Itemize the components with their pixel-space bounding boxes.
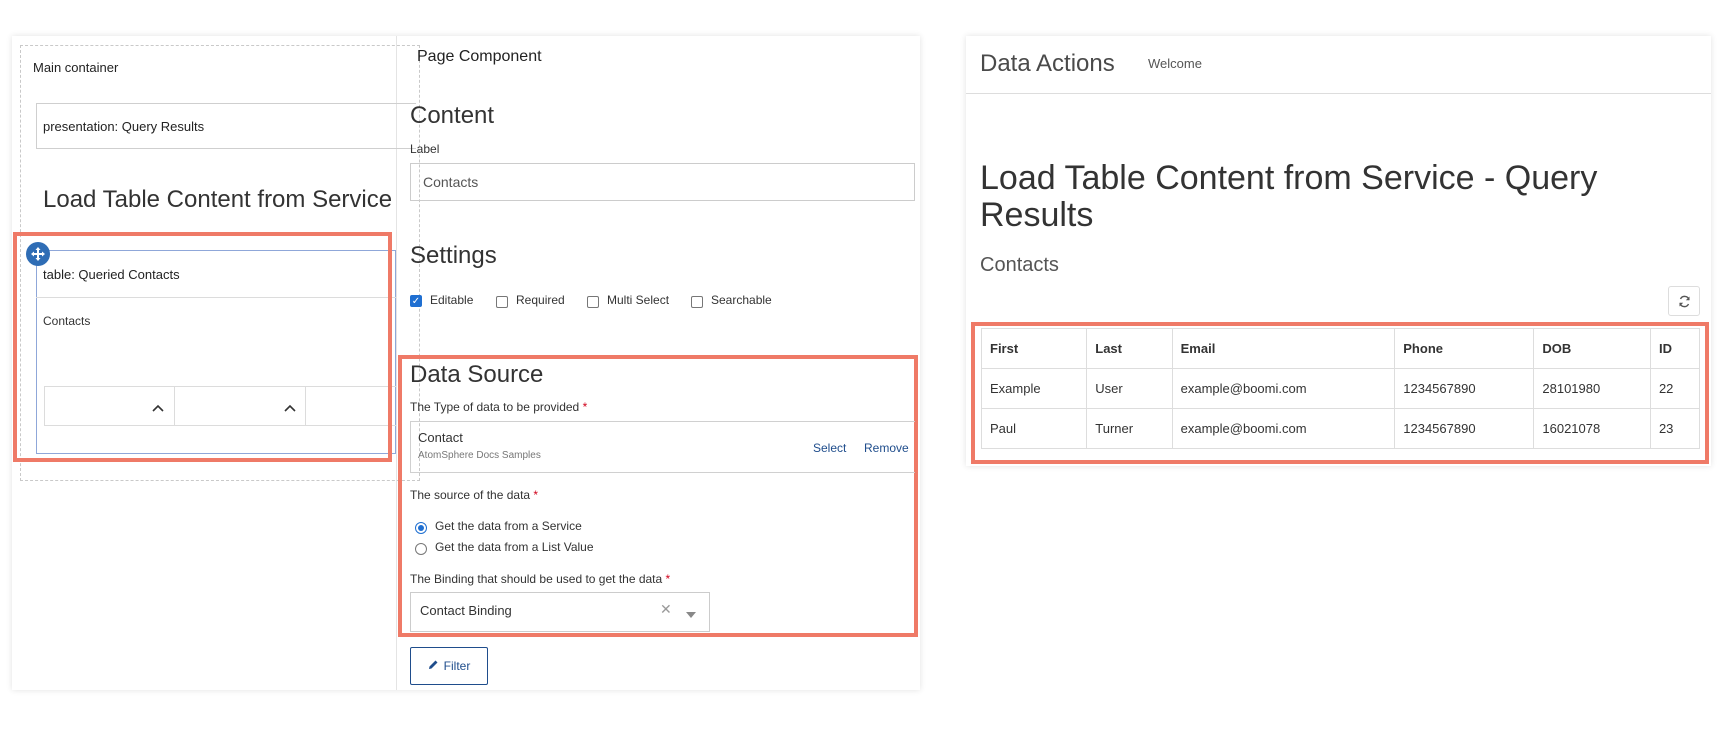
settings-heading: Settings xyxy=(410,242,497,269)
caret-down-icon[interactable] xyxy=(686,605,696,623)
source-label: The source of the data * xyxy=(410,488,539,502)
app-title: Data Actions xyxy=(980,50,1115,77)
table-cell: example@boomi.com xyxy=(1171,408,1396,449)
column-header[interactable]: Last xyxy=(1086,328,1173,369)
data-source-heading: Data Source xyxy=(410,361,544,388)
main-container-label: Main container xyxy=(33,60,119,75)
editable-checkbox[interactable]: ✓ xyxy=(410,295,422,307)
type-subvalue: AtomSphere Docs Samples xyxy=(418,450,541,461)
table-subtitle: Contacts xyxy=(980,254,1059,276)
clear-icon[interactable]: ✕ xyxy=(660,601,672,618)
welcome-text: Welcome xyxy=(1148,56,1202,71)
table-cell: 22 xyxy=(1649,368,1701,409)
binding-value: Contact Binding xyxy=(420,603,512,618)
content-heading: Content xyxy=(410,102,495,129)
presentation-label: presentation: Query Results xyxy=(43,119,205,134)
type-label: The Type of data to be provided * xyxy=(410,400,588,414)
select-link[interactable]: Select xyxy=(813,441,846,455)
searchable-checkbox[interactable] xyxy=(691,296,703,308)
table-cell: 23 xyxy=(1649,408,1701,449)
searchable-label: Searchable xyxy=(711,293,772,307)
remove-link[interactable]: Remove xyxy=(864,441,909,455)
refresh-icon[interactable] xyxy=(1668,286,1700,316)
table-row[interactable]: Paul Turner example@boomi.com 1234567890… xyxy=(980,408,1701,449)
multi-select-label: Multi Select xyxy=(607,293,670,307)
column-header[interactable]: ID xyxy=(1649,328,1701,369)
filter-button[interactable]: Filter xyxy=(410,647,488,685)
required-label: Required xyxy=(516,293,565,307)
required-checkbox[interactable] xyxy=(496,296,508,308)
page-title: Load Table Content from Service - Query … xyxy=(980,159,1598,234)
table-cell: 1234567890 xyxy=(1394,408,1535,449)
table-cell: 28101980 xyxy=(1533,368,1651,409)
column-header[interactable]: Phone xyxy=(1394,328,1535,369)
table-cell: example@boomi.com xyxy=(1171,368,1396,409)
panel-title: Page Component xyxy=(417,48,542,65)
table-cell: Turner xyxy=(1086,408,1173,449)
list-value-radio[interactable] xyxy=(415,543,427,555)
highlight-frame xyxy=(13,232,392,462)
service-radio-label: Get the data from a Service xyxy=(435,519,582,533)
column-header[interactable]: DOB xyxy=(1533,328,1651,369)
table-cell: Paul xyxy=(980,408,1088,449)
pencil-icon xyxy=(428,659,439,673)
table-row[interactable]: Example User example@boomi.com 123456789… xyxy=(980,368,1701,409)
table-cell: Example xyxy=(980,368,1088,409)
filter-button-label: Filter xyxy=(443,659,471,673)
service-radio[interactable] xyxy=(415,522,427,534)
list-value-radio-label: Get the data from a List Value xyxy=(435,540,594,554)
table-cell: 16021078 xyxy=(1533,408,1651,449)
column-header[interactable]: First xyxy=(980,328,1088,369)
table-header-row: First Last Email Phone DOB ID xyxy=(980,328,1701,369)
table-cell: User xyxy=(1086,368,1173,409)
move-icon[interactable] xyxy=(26,242,50,266)
contacts-table: First Last Email Phone DOB ID Example Us… xyxy=(980,328,1701,449)
label-field-label: Label xyxy=(410,142,440,156)
multi-select-checkbox[interactable] xyxy=(587,296,599,308)
type-value: Contact xyxy=(418,430,463,445)
label-input[interactable]: Contacts xyxy=(410,163,915,201)
table-cell: 1234567890 xyxy=(1394,368,1535,409)
column-header[interactable]: Email xyxy=(1171,328,1396,369)
presentation-title: Load Table Content from Service xyxy=(43,186,393,213)
editable-label: Editable xyxy=(430,293,474,307)
binding-label: The Binding that should be used to get t… xyxy=(410,572,671,586)
